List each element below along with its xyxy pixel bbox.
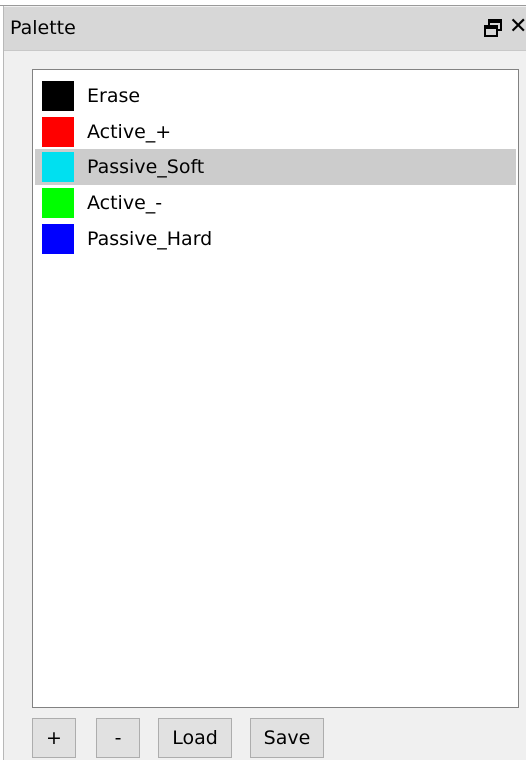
save-palette-button[interactable]: Save [250,718,324,758]
palette-list[interactable]: Erase Active_+ Passive_Soft Active_- Pas… [32,69,519,708]
palette-item-label: Passive_Hard [87,228,213,250]
palette-item-label: Active_+ [87,121,172,143]
panel-titlebar[interactable]: Palette ✕ [4,7,526,51]
color-swatch [42,224,74,254]
palette-item-passive-hard[interactable]: Passive_Hard [35,221,516,257]
panel-title: Palette [10,17,76,39]
color-swatch [42,117,74,147]
left-edge [0,6,4,760]
color-swatch [42,152,74,182]
load-palette-button[interactable]: Load [158,718,232,758]
add-color-button[interactable]: + [32,718,76,758]
color-swatch [42,188,74,218]
palette-item-active-plus[interactable]: Active_+ [35,114,516,150]
palette-panel: Palette ✕ Erase Active_+ Passive_Soft Ac… [0,0,526,760]
palette-item-label: Active_- [87,192,163,214]
color-swatch [42,81,74,111]
float-restore-icon[interactable] [483,17,505,39]
close-icon[interactable]: ✕ [509,15,526,39]
palette-item-passive-soft[interactable]: Passive_Soft [35,149,516,185]
palette-item-active-minus[interactable]: Active_- [35,185,516,221]
top-edge [0,0,526,6]
remove-color-button[interactable]: - [96,718,140,758]
palette-item-erase[interactable]: Erase [35,78,516,114]
palette-item-label: Passive_Soft [87,156,205,178]
palette-item-label: Erase [87,85,141,107]
